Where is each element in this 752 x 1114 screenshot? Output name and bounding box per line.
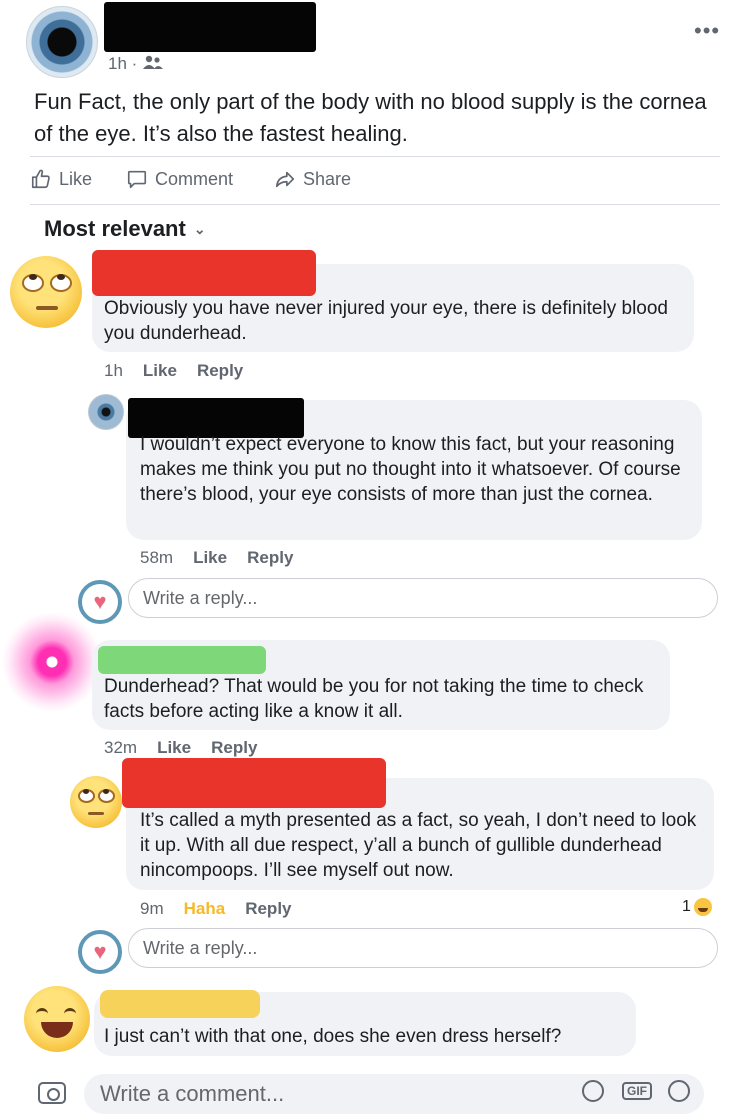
haha-emoji-icon	[693, 898, 712, 916]
comment-text: Obviously you have never injured your ey…	[104, 298, 668, 344]
current-user-avatar: ♥	[78, 930, 122, 974]
chevron-down-icon: ⌄	[193, 220, 206, 237]
reply-like-button[interactable]: Like	[193, 548, 227, 568]
redacted-commenter-name	[98, 646, 266, 674]
reaction-count[interactable]: 1	[682, 898, 712, 916]
redacted-author-name	[104, 2, 316, 52]
post-author-avatar[interactable]	[26, 6, 98, 78]
avatar-sticker-icon[interactable]	[582, 1080, 604, 1105]
redacted-commenter-name	[92, 250, 316, 296]
reply-input[interactable]: Write a reply...	[128, 928, 718, 968]
post-time[interactable]: 1h	[108, 54, 127, 73]
comment-time[interactable]: 1h	[104, 361, 123, 381]
commenter-avatar-sparkle[interactable]	[2, 612, 102, 712]
redacted-commenter-name	[100, 990, 260, 1018]
comment-reply-button[interactable]: Reply	[211, 738, 257, 758]
camera-icon[interactable]	[38, 1082, 66, 1104]
redacted-reply-author-name	[122, 758, 386, 808]
commenter-avatar-rolling-eyes[interactable]	[10, 256, 82, 328]
heart-icon: ♥	[93, 939, 107, 964]
share-arrow-icon	[275, 171, 295, 188]
comment-like-button[interactable]: Like	[157, 738, 191, 758]
reply-actions: 58m Like Reply	[140, 548, 293, 568]
friends-audience-icon	[143, 55, 164, 69]
post-meta: 1h ·	[108, 54, 164, 74]
reply-text: I wouldn’t expect everyone to know this …	[140, 434, 681, 505]
post-text: Fun Fact, the only part of the body with…	[34, 89, 707, 146]
comment-input[interactable]: Write a comment...	[84, 1074, 704, 1114]
comment-sort-dropdown[interactable]: Most relevant ⌄	[44, 216, 206, 242]
reply-time[interactable]: 9m	[140, 899, 164, 919]
more-options-icon[interactable]: •••	[694, 18, 720, 44]
heart-icon: ♥	[93, 589, 107, 614]
comment-actions: 32m Like Reply	[104, 738, 257, 758]
reply-author-avatar-rolling-eyes[interactable]	[70, 776, 122, 828]
comment-button[interactable]: Comment	[126, 168, 233, 190]
comment-bubble-icon	[127, 170, 147, 189]
commenter-avatar-laughing[interactable]	[24, 986, 90, 1052]
reply-haha-reaction-button[interactable]: Haha	[184, 899, 226, 919]
reply-input[interactable]: Write a reply...	[128, 578, 718, 618]
gif-icon[interactable]: GIF	[622, 1082, 652, 1100]
thumbs-up-icon	[31, 169, 50, 189]
comment-actions: 1h Like Reply	[104, 361, 243, 381]
comment-text: I just can’t with that one, does she eve…	[104, 1026, 562, 1047]
current-user-avatar: ♥	[78, 580, 122, 624]
divider	[30, 204, 720, 205]
like-button[interactable]: Like	[30, 168, 92, 190]
comment-reply-button[interactable]: Reply	[197, 361, 243, 381]
comment-time[interactable]: 32m	[104, 738, 137, 758]
reply-reply-button[interactable]: Reply	[247, 548, 293, 568]
emoji-icon[interactable]	[668, 1080, 690, 1105]
comment-like-button[interactable]: Like	[143, 361, 177, 381]
reply-text: It’s called a myth presented as a fact, …	[140, 810, 697, 881]
comment-text: Dunderhead? That would be you for not ta…	[104, 676, 644, 722]
share-button[interactable]: Share	[274, 168, 351, 190]
reply-author-avatar[interactable]	[88, 394, 124, 430]
divider	[30, 156, 720, 157]
reply-actions: 9m Haha Reply	[140, 899, 292, 919]
reply-reply-button[interactable]: Reply	[245, 899, 291, 919]
reply-time[interactable]: 58m	[140, 548, 173, 568]
